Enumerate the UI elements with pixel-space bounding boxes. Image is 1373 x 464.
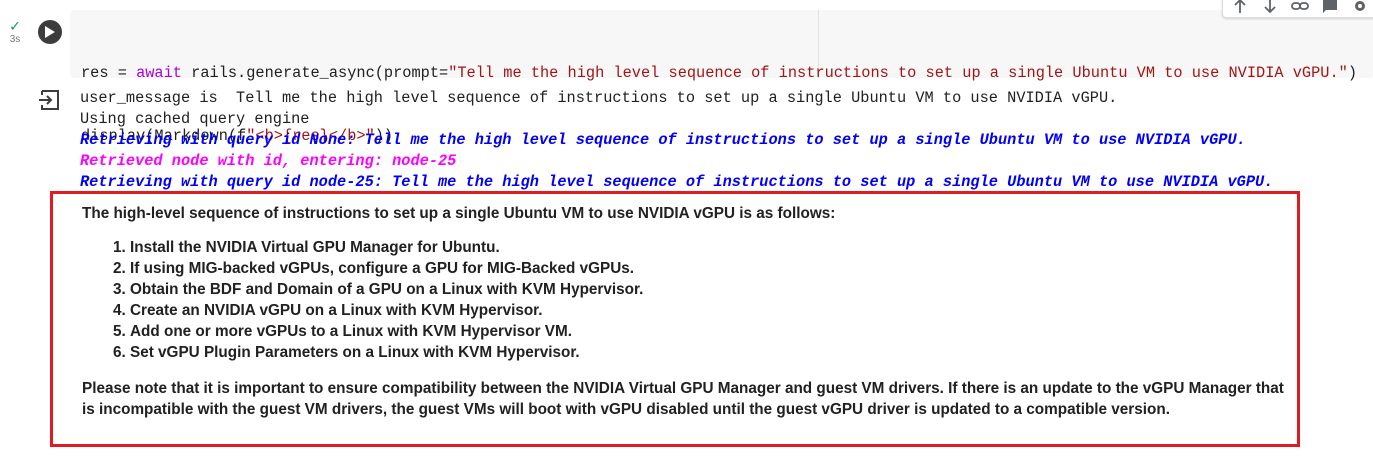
arrow-down-icon[interactable]: [1259, 0, 1281, 17]
play-icon: [45, 26, 55, 38]
output-line: Retrieved node with id, entering: node-2…: [80, 152, 457, 170]
code-token: rails.generate_async(prompt=: [181, 64, 449, 82]
answer-step: Set vGPU Plugin Parameters on a Linux wi…: [130, 342, 1297, 363]
answer-step: Create an NVIDIA vGPU on a Linux with KV…: [130, 300, 1297, 321]
execution-time: 3s: [9, 34, 21, 45]
code-token: res =: [81, 64, 137, 82]
output-actions-icon[interactable]: [38, 88, 62, 112]
cell-toolbar: [1222, 0, 1373, 18]
success-check-icon: ✓: [9, 19, 21, 35]
comment-icon[interactable]: [1319, 0, 1341, 17]
code-editor[interactable]: res = await rails.generate_async(prompt=…: [70, 10, 1373, 145]
markdown-answer: The high-level sequence of instructions …: [82, 203, 1297, 420]
output-line: Using cached query engine: [80, 110, 310, 128]
output-line: Retrieving with query id node-25: Tell m…: [80, 173, 1274, 191]
code-token: "Tell me the high level sequence of inst…: [448, 64, 1348, 82]
arrow-up-icon[interactable]: [1229, 0, 1251, 17]
code-token: ): [1347, 64, 1357, 82]
output-line: user_message is Tell me the high level s…: [80, 89, 1118, 107]
highlighted-answer-box: The high-level sequence of instructions …: [50, 191, 1300, 447]
answer-note: Please note that it is important to ensu…: [82, 380, 1284, 418]
run-cell-button[interactable]: [38, 20, 62, 44]
answer-intro: The high-level sequence of instructions …: [82, 205, 836, 222]
answer-steps: Install the NVIDIA Virtual GPU Manager f…: [82, 237, 1297, 363]
gear-icon[interactable]: [1349, 0, 1371, 17]
cell-execution-status: ✓ 3s: [2, 20, 28, 46]
code-token: await: [136, 64, 182, 82]
code-line-1: res = await rails.generate_async(prompt=…: [81, 63, 1357, 84]
link-icon[interactable]: [1289, 0, 1311, 17]
cell-stdout: user_message is Tell me the high level s…: [80, 88, 1273, 193]
answer-step: Install the NVIDIA Virtual GPU Manager f…: [130, 237, 1297, 258]
answer-step: If using MIG-backed vGPUs, configure a G…: [130, 258, 1297, 279]
output-line: Retrieving with query id None: Tell me t…: [80, 131, 1246, 149]
answer-step: Obtain the BDF and Domain of a GPU on a …: [130, 279, 1297, 300]
answer-step: Add one or more vGPUs to a Linux with KV…: [130, 321, 1297, 342]
